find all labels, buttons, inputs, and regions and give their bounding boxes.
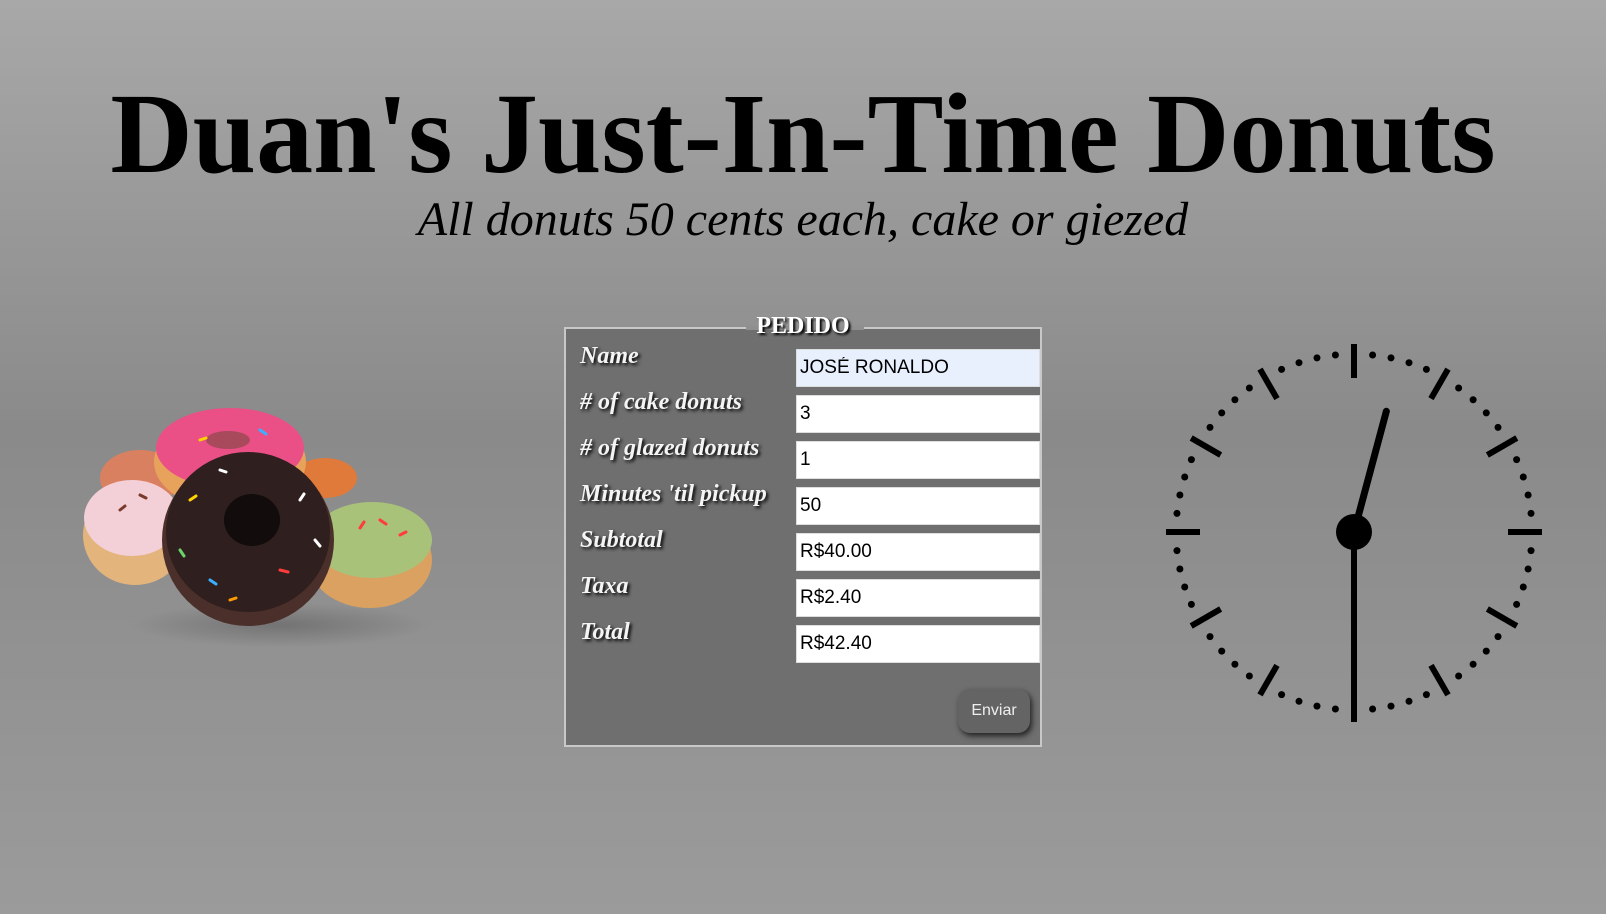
- clock-minute-dot: [1181, 473, 1189, 481]
- cake-donuts-label: # of cake donuts: [580, 389, 742, 415]
- cake-donuts-row: # of cake donuts: [580, 389, 1040, 433]
- pickup-minutes-label: Minutes 'til pickup: [580, 481, 767, 507]
- clock-minute-dot: [1469, 396, 1477, 404]
- clock-minute-dot: [1524, 565, 1532, 573]
- subtotal-label: Subtotal: [580, 527, 663, 553]
- submit-button[interactable]: Enviar: [958, 689, 1030, 733]
- clock-minute-dot: [1218, 409, 1226, 417]
- glazed-donuts-field[interactable]: [796, 441, 1040, 479]
- clock-minute-dot: [1422, 691, 1430, 699]
- clock-minute-dot: [1455, 384, 1463, 392]
- clock-minute-dot: [1278, 691, 1286, 699]
- clock-minute-dot: [1313, 354, 1321, 362]
- clock-minute-dot: [1369, 705, 1377, 713]
- clock-hour-tick: [1428, 367, 1451, 401]
- glazed-donuts-label: # of glazed donuts: [580, 435, 760, 461]
- clock-minute-dot: [1405, 697, 1413, 705]
- clock-minute-dot: [1313, 702, 1321, 710]
- analog-clock: [1166, 344, 1542, 722]
- clock-minute-dot: [1218, 647, 1226, 655]
- total-label: Total: [580, 619, 630, 645]
- clock-minute-dot: [1405, 359, 1413, 367]
- tax-field[interactable]: [796, 579, 1040, 617]
- clock-minute-dot: [1494, 423, 1502, 431]
- clock-minute-dot: [1173, 547, 1181, 555]
- clock-minute-dot: [1469, 660, 1477, 668]
- clock-minute-dot: [1181, 583, 1189, 591]
- pickup-minutes-row: Minutes 'til pickup: [580, 481, 1040, 525]
- clock-minute-dot: [1176, 565, 1184, 573]
- total-field[interactable]: [796, 625, 1040, 663]
- clock-minute-dot: [1206, 633, 1214, 641]
- page-subtitle: All donuts 50 cents each, cake or giezed: [417, 193, 1189, 246]
- pickup-minutes-field[interactable]: [796, 487, 1040, 525]
- clock-minute-dot: [1187, 456, 1195, 464]
- clock-minute-dot: [1231, 396, 1239, 404]
- clock-minute-dot: [1527, 509, 1535, 517]
- clock-minute-dot: [1245, 672, 1253, 680]
- order-form: PEDIDO Name # of cake donuts # of glazed…: [564, 313, 1042, 747]
- glazed-donuts-row: # of glazed donuts: [580, 435, 1040, 479]
- clock-minute-dot: [1513, 456, 1521, 464]
- clock-minute-dot: [1482, 409, 1490, 417]
- clock-minute-dot: [1278, 365, 1286, 373]
- tax-row: Taxa: [580, 573, 1040, 617]
- clock-minute-dot: [1295, 359, 1303, 367]
- legend-gap: [746, 326, 864, 330]
- clock-minute-dot: [1494, 633, 1502, 641]
- name-label: Name: [580, 343, 639, 369]
- donuts-image: [83, 408, 432, 647]
- clock-hour-tick: [1485, 435, 1519, 458]
- page-title: Duan's Just-In-Time Donuts: [110, 70, 1496, 197]
- clock-minute-dot: [1524, 491, 1532, 499]
- clock-minute-dot: [1173, 509, 1181, 517]
- clock-hour-tick: [1189, 435, 1223, 458]
- clock-minute-dot: [1331, 351, 1339, 359]
- clock-hour-tick: [1257, 663, 1280, 697]
- name-field[interactable]: [796, 349, 1040, 387]
- clock-minute-dot: [1422, 365, 1430, 373]
- tax-label: Taxa: [580, 573, 629, 599]
- clock-minute-dot: [1206, 423, 1214, 431]
- clock-hour-tick: [1428, 663, 1451, 697]
- clock-minute-dot: [1519, 583, 1527, 591]
- clock-minute-dot: [1295, 697, 1303, 705]
- clock-hour-tick: [1485, 606, 1519, 629]
- clock-minute-dot: [1331, 705, 1339, 713]
- cake-donuts-field[interactable]: [796, 395, 1040, 433]
- clock-minute-dot: [1387, 354, 1395, 362]
- clock-minute-dot: [1387, 702, 1395, 710]
- subtotal-field[interactable]: [796, 533, 1040, 571]
- clock-minute-dot: [1519, 473, 1527, 481]
- subtotal-row: Subtotal: [580, 527, 1040, 571]
- clock-hour-tick: [1189, 606, 1223, 629]
- clock-minute-dot: [1231, 660, 1239, 668]
- clock-minute-dot: [1369, 351, 1377, 359]
- total-row: Total: [580, 619, 1040, 663]
- clock-center: [1336, 514, 1372, 550]
- clock-minute-dot: [1176, 491, 1184, 499]
- clock-minute-dot: [1513, 600, 1521, 608]
- clock-hour-hand: [1350, 407, 1390, 536]
- clock-hour-tick: [1257, 367, 1280, 401]
- clock-minute-dot: [1245, 384, 1253, 392]
- name-row: Name: [580, 343, 1040, 387]
- clock-minute-dot: [1187, 600, 1195, 608]
- clock-minute-dot: [1482, 647, 1490, 655]
- clock-minute-dot: [1527, 547, 1535, 555]
- clock-minute-dot: [1455, 672, 1463, 680]
